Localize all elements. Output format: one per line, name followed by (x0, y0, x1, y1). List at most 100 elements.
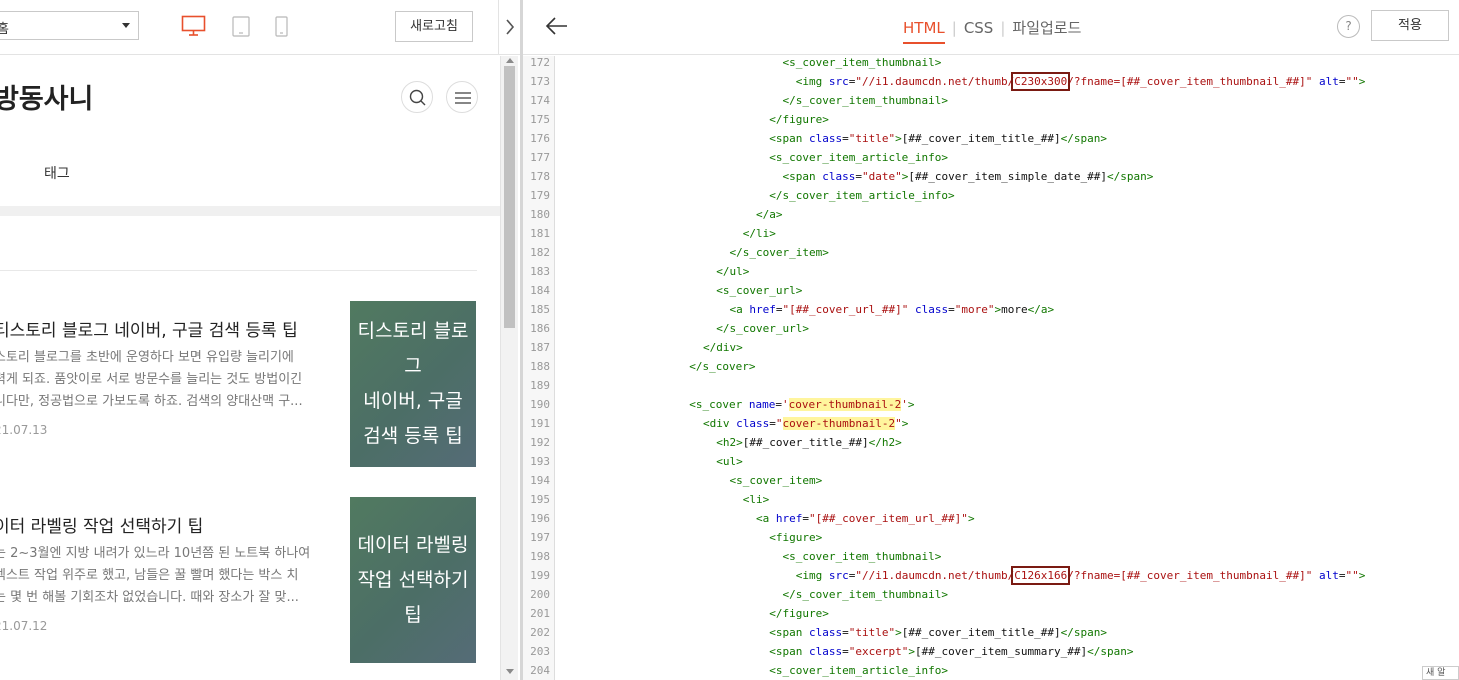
code-token: [##_cover_title_##] (742, 436, 869, 449)
help-icon[interactable]: ? (1337, 15, 1360, 38)
line-number: 199 (530, 569, 550, 582)
code-line[interactable]: 196 <a href="[##_cover_item_url_##]"> (523, 509, 1459, 528)
code-line[interactable]: 174 </s_cover_item_thumbnail> (523, 91, 1459, 110)
desktop-icon[interactable] (181, 15, 206, 37)
code-line[interactable]: 194 <s_cover_item> (523, 471, 1459, 490)
code-token: </div> (703, 341, 743, 354)
scrollbar-thumb[interactable] (504, 66, 515, 328)
code-line[interactable]: 183 </ul> (523, 262, 1459, 281)
collapse-panel-button[interactable] (498, 0, 520, 55)
code-text: </s_cover_item_thumbnail> (703, 91, 948, 110)
code-token: </s_cover> (689, 360, 756, 373)
code-line[interactable]: 180 </a> (523, 205, 1459, 224)
tab-separator: | (951, 19, 957, 37)
code-token: = (948, 303, 955, 316)
scroll-up-icon[interactable] (506, 58, 514, 63)
code-line[interactable]: 192 <h2>[##_cover_title_##]</h2> (523, 433, 1459, 452)
code-lines[interactable]: 172 <s_cover_item_thumbnail> 173 <img src… (523, 56, 1459, 680)
code-line[interactable]: 188 </s_cover> (523, 357, 1459, 376)
code-line[interactable]: 176 <span class="title">[##_cover_item_t… (523, 129, 1459, 148)
excerpt-line: 는 몇 번 해볼 기회조차 없었습니다. 때와 장소가 잘 맞... (0, 590, 299, 605)
code-token: class (808, 626, 843, 639)
preview-scrollbar[interactable] (500, 56, 518, 680)
mobile-icon[interactable] (275, 16, 288, 37)
code-text: </li> (703, 224, 776, 243)
code-token: </s_cover_item_thumbnail> (782, 588, 949, 601)
code-line[interactable]: 177 <s_cover_item_article_info> (523, 148, 1459, 167)
code-token: "[##_cover_url_##]" (782, 303, 909, 316)
code-token: class (914, 303, 949, 316)
code-token: </li> (742, 227, 776, 240)
post-item[interactable]: 이터 라벨링 작업 선택하기 팁 는 2~3월엔 지방 내려가 있느라 10년쯤… (0, 497, 477, 680)
menu-button[interactable] (446, 81, 478, 113)
code-line[interactable]: 185 <a href="[##_cover_url_##]" class="m… (523, 300, 1459, 319)
code-token: " (895, 417, 902, 430)
code-token: "more" (954, 303, 995, 316)
tab-file-upload[interactable]: 파일업로드 (1012, 17, 1081, 43)
code-token: "" (1345, 569, 1359, 582)
code-line[interactable]: 184 <s_cover_url> (523, 281, 1459, 300)
code-token: "date" (861, 170, 902, 183)
apply-button[interactable]: 적용 (1371, 10, 1449, 41)
code-line[interactable]: 200 </s_cover_item_thumbnail> (523, 585, 1459, 604)
code-line[interactable]: 179 </s_cover_item_article_info> (523, 186, 1459, 205)
code-text: <a href="[##_cover_item_url_##]"> (703, 509, 975, 528)
code-line[interactable]: 172 <s_cover_item_thumbnail> (523, 56, 1459, 72)
tab-html[interactable]: HTML (903, 19, 945, 44)
code-line[interactable]: 173 <img src="//i1.daumcdn.net/thumb/C23… (523, 72, 1459, 91)
code-line[interactable]: 203 <span class="excerpt">[##_cover_item… (523, 642, 1459, 661)
hamburger-icon (455, 92, 471, 104)
code-token: > (901, 417, 909, 430)
search-button[interactable] (401, 81, 433, 113)
line-number: 189 (530, 379, 550, 392)
code-line[interactable]: 202 <span class="title">[##_cover_item_t… (523, 623, 1459, 642)
code-token: "[##_cover_item_url_##]" (808, 512, 968, 525)
code-line[interactable]: 198 <s_cover_item_thumbnail> (523, 547, 1459, 566)
code-line[interactable]: 204 <s_cover_item_article_info> (523, 661, 1459, 680)
refresh-button[interactable]: 새로고침 (395, 11, 473, 42)
blog-title[interactable]: 방동사니 (0, 77, 93, 116)
code-token: href (749, 303, 776, 316)
code-token: ' (782, 398, 789, 411)
code-token: </a> (755, 208, 783, 221)
code-line[interactable]: 189 (523, 376, 1459, 395)
code-line[interactable]: 195 <li> (523, 490, 1459, 509)
code-editor[interactable]: 172 <s_cover_item_thumbnail> 173 <img src… (523, 56, 1459, 680)
code-token: alt (1318, 75, 1339, 88)
line-number: 184 (530, 284, 550, 297)
scroll-down-icon[interactable] (506, 669, 514, 674)
line-number: 190 (530, 398, 550, 411)
nav-tag-link[interactable]: 태그 (44, 163, 70, 183)
code-token: class (808, 645, 843, 658)
code-line[interactable]: 197 <figure> (523, 528, 1459, 547)
code-line[interactable]: 175 </figure> (523, 110, 1459, 129)
line-number: 178 (530, 170, 550, 183)
chevron-right-icon (506, 19, 515, 35)
code-line[interactable]: 186 </s_cover_url> (523, 319, 1459, 338)
code-line[interactable]: 191 <div class="cover-thumbnail-2"> (523, 414, 1459, 433)
tablet-icon[interactable] (232, 16, 250, 37)
post-thumbnail[interactable]: 데이터 라벨링 작업 선택하기 팁 (350, 497, 476, 663)
code-text: <span class="excerpt">[##_cover_item_sum… (703, 642, 1133, 661)
code-line[interactable]: 201 </figure> (523, 604, 1459, 623)
code-line[interactable]: 181 </li> (523, 224, 1459, 243)
code-line[interactable]: 182 </s_cover_item> (523, 243, 1459, 262)
page-select[interactable]: 홈 (0, 11, 139, 40)
code-line[interactable]: 187 </div> (523, 338, 1459, 357)
back-arrow-icon[interactable] (545, 14, 569, 38)
line-number: 194 (530, 474, 550, 487)
code-line[interactable]: 193 <ul> (523, 452, 1459, 471)
post-thumbnail[interactable]: 티스토리 블로그 네이버, 구글 검색 등록 팁 (350, 301, 476, 467)
post-item[interactable]: 티스토리 블로그 네이버, 구글 검색 등록 팁 스토리 블로그를 초반에 운영… (0, 301, 477, 484)
tab-css[interactable]: CSS (964, 19, 994, 42)
code-line[interactable]: 199 <img src="//i1.daumcdn.net/thumb/C12… (523, 566, 1459, 585)
post-title[interactable]: 이터 라벨링 작업 선택하기 팁 (0, 512, 203, 537)
post-title[interactable]: 티스토리 블로그 네이버, 구글 검색 등록 팁 (0, 316, 298, 341)
code-line[interactable]: 178 <span class="date">[##_cover_item_si… (523, 167, 1459, 186)
code-text: </div> (703, 338, 743, 357)
code-line[interactable]: 190 <s_cover name='cover-thumbnail-2'> (523, 395, 1459, 414)
line-number: 183 (530, 265, 550, 278)
